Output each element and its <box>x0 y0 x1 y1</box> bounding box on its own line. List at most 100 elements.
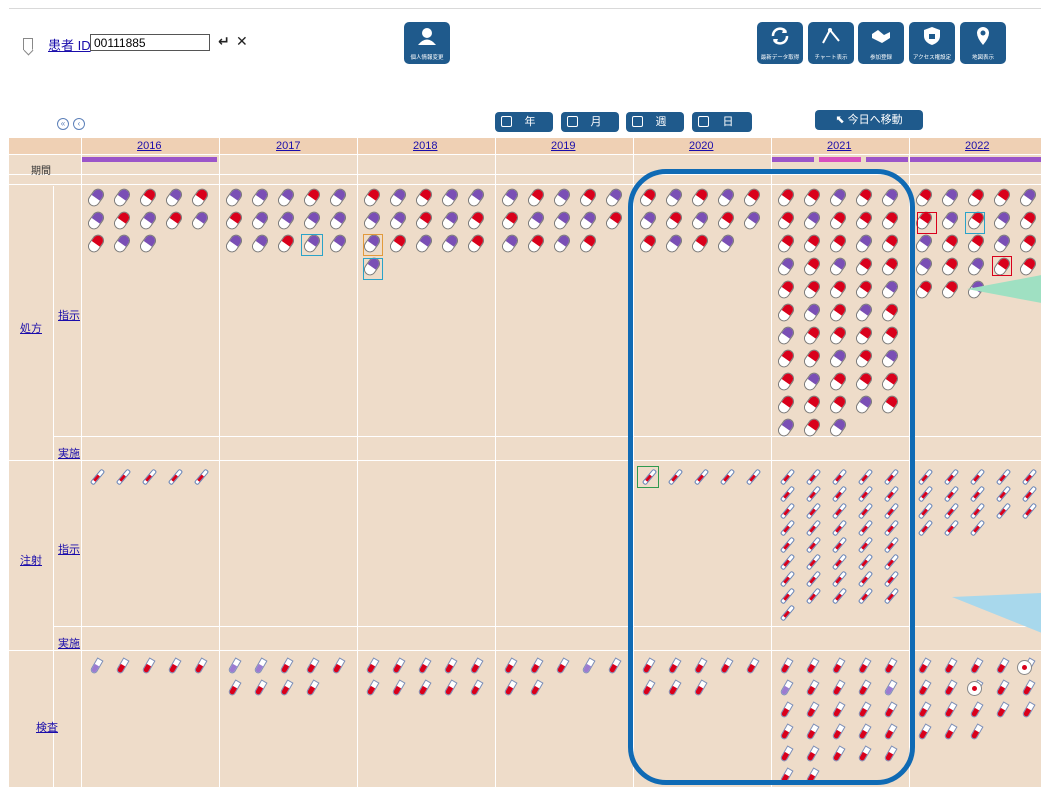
pill-icon[interactable] <box>939 278 961 301</box>
pill-icon[interactable] <box>249 209 271 232</box>
pill-icon[interactable] <box>577 232 599 255</box>
syringe-icon[interactable] <box>995 485 1012 503</box>
test-tube-icon[interactable] <box>995 679 1010 697</box>
pill-icon[interactable] <box>137 209 159 232</box>
year-2018[interactable]: 2018 <box>413 140 437 152</box>
pill-icon[interactable] <box>1017 209 1039 232</box>
pill-icon[interactable] <box>111 186 133 209</box>
test-tube-icon[interactable] <box>503 679 518 697</box>
test-tube-icon[interactable] <box>443 679 458 697</box>
access-settings-button[interactable]: アクセス権設定 <box>909 22 955 64</box>
syringe-icon[interactable] <box>943 468 960 486</box>
pill-icon[interactable] <box>913 232 935 255</box>
syringe-icon[interactable] <box>115 468 132 486</box>
syringe-icon[interactable] <box>969 502 986 520</box>
pill-icon[interactable] <box>525 209 547 232</box>
syringe-icon[interactable] <box>943 485 960 503</box>
syringe-icon[interactable] <box>917 519 934 537</box>
syringe-icon[interactable] <box>917 502 934 520</box>
test-tube-icon[interactable] <box>253 657 268 675</box>
syringe-icon[interactable] <box>969 485 986 503</box>
test-tube-icon[interactable] <box>469 657 484 675</box>
pill-icon[interactable] <box>465 232 487 255</box>
syringe-icon[interactable] <box>167 468 184 486</box>
test-tube-icon[interactable] <box>917 701 932 719</box>
pill-icon[interactable] <box>327 186 349 209</box>
close-icon[interactable]: ✕ <box>236 33 248 50</box>
test-tube-icon[interactable] <box>417 657 432 675</box>
period-bar[interactable] <box>82 157 217 162</box>
syringe-icon[interactable] <box>943 502 960 520</box>
pill-icon[interactable] <box>163 186 185 209</box>
test-tube-icon[interactable] <box>917 679 932 697</box>
go-today-button[interactable]: ⬉ 今日へ移動 <box>815 110 923 130</box>
year-2021[interactable]: 2021 <box>827 140 851 152</box>
pill-icon[interactable] <box>603 186 625 209</box>
test-tube-icon[interactable] <box>115 657 130 675</box>
test-tube-icon[interactable] <box>917 723 932 741</box>
pill-icon[interactable] <box>439 186 461 209</box>
syringe-icon[interactable] <box>1021 502 1038 520</box>
test-tube-icon[interactable] <box>529 679 544 697</box>
pill-icon[interactable] <box>111 232 133 255</box>
category-injection[interactable]: 注射 <box>20 552 42 568</box>
pill-icon[interactable] <box>413 232 435 255</box>
pill-icon[interactable] <box>551 209 573 232</box>
pill-icon[interactable] <box>85 209 107 232</box>
period-bar[interactable] <box>819 157 861 162</box>
test-tube-icon[interactable] <box>529 657 544 675</box>
pill-icon[interactable] <box>387 186 409 209</box>
period-bar[interactable] <box>910 157 1041 162</box>
pill-icon[interactable] <box>551 232 573 255</box>
enter-icon[interactable]: ↵ <box>218 33 230 50</box>
year-2016[interactable]: 2016 <box>137 140 161 152</box>
category-test[interactable]: 検査 <box>36 719 58 735</box>
pill-icon[interactable] <box>577 186 599 209</box>
pill-icon[interactable] <box>111 209 133 232</box>
pill-icon[interactable] <box>1017 255 1039 278</box>
participation-button[interactable]: 参加登録 <box>858 22 904 64</box>
pill-icon[interactable] <box>499 209 521 232</box>
test-tube-icon[interactable] <box>417 679 432 697</box>
period-bar[interactable] <box>772 157 814 162</box>
pill-icon[interactable] <box>387 209 409 232</box>
test-tube-icon[interactable] <box>391 657 406 675</box>
pill-icon[interactable] <box>439 232 461 255</box>
syringe-icon[interactable] <box>969 468 986 486</box>
pill-icon[interactable] <box>413 209 435 232</box>
pill-icon[interactable] <box>991 232 1013 255</box>
test-tube-icon[interactable] <box>141 657 156 675</box>
syringe-icon[interactable] <box>89 468 106 486</box>
test-tube-icon[interactable] <box>581 657 596 675</box>
test-tube-icon[interactable] <box>969 723 984 741</box>
pill-icon[interactable] <box>301 209 323 232</box>
test-tube-icon[interactable] <box>443 657 458 675</box>
test-tube-icon[interactable] <box>279 657 294 675</box>
view-year-button[interactable]: 年 <box>495 112 553 132</box>
test-tube-icon[interactable] <box>227 679 242 697</box>
syringe-icon[interactable] <box>943 519 960 537</box>
refresh-data-button[interactable]: 最新データ取得 <box>757 22 803 64</box>
pill-icon[interactable] <box>465 186 487 209</box>
test-tube-icon[interactable] <box>943 679 958 697</box>
pill-icon[interactable] <box>913 278 935 301</box>
personal-info-button[interactable]: 個人情報変更 <box>404 22 450 64</box>
syringe-icon[interactable] <box>969 519 986 537</box>
test-tube-icon[interactable] <box>917 657 932 675</box>
subcategory-done[interactable]: 実施 <box>58 445 80 461</box>
test-tube-icon[interactable] <box>969 657 984 675</box>
year-2022[interactable]: 2022 <box>965 140 989 152</box>
year-2020[interactable]: 2020 <box>689 140 713 152</box>
pill-icon[interactable] <box>301 186 323 209</box>
pill-icon[interactable] <box>189 209 211 232</box>
pill-icon[interactable] <box>223 232 245 255</box>
pill-icon[interactable] <box>991 186 1013 209</box>
pill-icon[interactable] <box>965 255 987 278</box>
pill-icon[interactable] <box>137 232 159 255</box>
pill-icon[interactable] <box>223 186 245 209</box>
pill-icon[interactable] <box>387 232 409 255</box>
chart-view-button[interactable]: チャート表示 <box>808 22 854 64</box>
test-tube-icon[interactable] <box>1021 701 1036 719</box>
syringe-icon[interactable] <box>995 468 1012 486</box>
pill-icon[interactable] <box>525 186 547 209</box>
